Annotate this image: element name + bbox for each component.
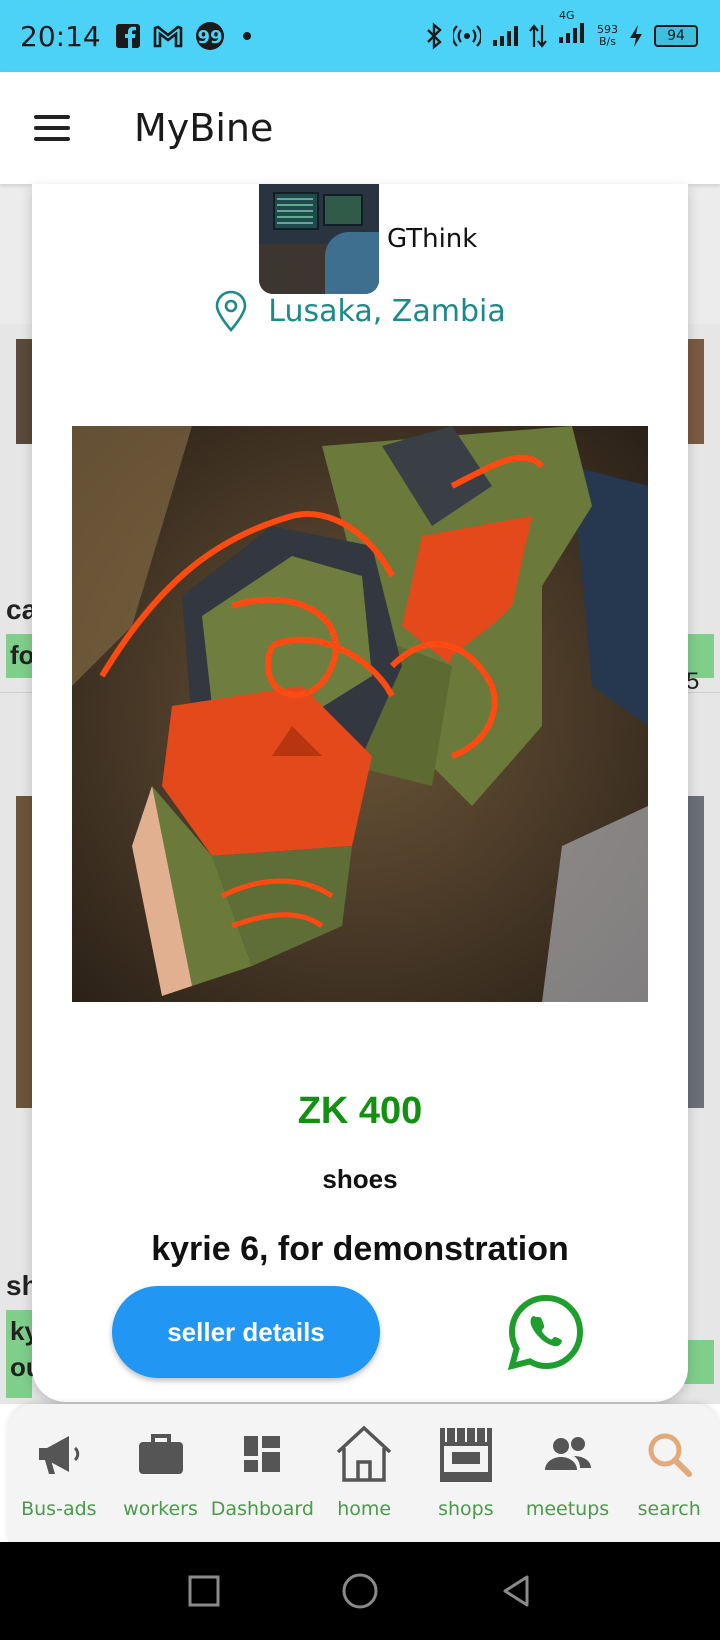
people-icon [536, 1422, 600, 1486]
nav-item-shops[interactable]: shops [415, 1404, 517, 1542]
signal-icon [493, 26, 518, 46]
nav-item-bus-ads[interactable]: Bus-ads [8, 1404, 110, 1542]
seller-avatar[interactable] [259, 184, 379, 294]
system-nav-bar [0, 1542, 720, 1640]
charging-icon [630, 25, 642, 47]
quote-chat-icon: 99 [195, 22, 224, 50]
product-category: shoes [322, 1164, 398, 1194]
battery-indicator: 94 [654, 25, 698, 47]
recents-icon[interactable] [187, 1574, 221, 1608]
net-speed-unit: B/s [599, 35, 616, 48]
svg-text:99: 99 [197, 27, 222, 48]
notification-icons: 99 [115, 21, 257, 51]
briefcase-icon [129, 1422, 193, 1486]
location-text: Lusaka, Zambia [268, 293, 506, 329]
search-icon [637, 1422, 701, 1486]
system-icons: 4G 593 B/s 94 [425, 0, 698, 72]
battery-level: 94 [667, 28, 685, 44]
bottom-nav: Bus-ads workers Dashboard home shops mee… [8, 1404, 720, 1542]
whatsapp-icon [507, 1294, 584, 1371]
feed-text: fo [10, 640, 35, 670]
dashboard-icon [230, 1422, 294, 1486]
nav-label: Dashboard [210, 1498, 314, 1520]
product-image[interactable] [72, 426, 648, 1002]
nav-item-search[interactable]: search [618, 1404, 720, 1542]
signal-4g: 4G [557, 9, 587, 51]
status-time: 20:14 [20, 19, 101, 53]
nav-label: shops [438, 1498, 494, 1520]
app-title: MyBine [134, 106, 274, 150]
product-price: ZK 400 [297, 1090, 423, 1132]
status-bar: 20:14 99 4G 593 B/s 94 [0, 0, 720, 72]
nav-label: workers [123, 1498, 198, 1520]
megaphone-icon [27, 1422, 91, 1486]
product-modal: GThink Lusaka, Zambia ZK 400 shoes kyrie… [32, 184, 688, 1402]
net-speed: 593 B/s [597, 24, 618, 48]
bluetooth-icon [427, 22, 442, 50]
data-arrows-icon [529, 24, 547, 48]
shoes-photo [72, 426, 648, 1002]
location-pin-icon [215, 290, 247, 332]
signal-icon-2 [559, 23, 584, 43]
gmail-icon [153, 25, 183, 48]
network-type: 4G [559, 9, 575, 22]
home-icon [332, 1422, 396, 1486]
hotspot-icon [453, 25, 481, 47]
nav-label: search [637, 1498, 701, 1520]
home-circle-icon[interactable] [341, 1572, 379, 1610]
location-row: Lusaka, Zambia [32, 290, 688, 332]
dot-icon [242, 32, 251, 40]
nav-item-home[interactable]: home [313, 1404, 415, 1542]
menu-icon[interactable] [34, 115, 70, 141]
facebook-icon [115, 24, 140, 48]
app-bar: MyBine [0, 72, 720, 184]
nav-item-meetups[interactable]: meetups [517, 1404, 619, 1542]
nav-label: meetups [525, 1498, 610, 1520]
seller-row[interactable]: GThink [259, 184, 477, 294]
seller-name[interactable]: GThink [387, 224, 477, 254]
feed-text: 5 [686, 668, 700, 695]
back-icon[interactable] [499, 1574, 533, 1608]
nav-label: home [337, 1498, 392, 1520]
seller-details-button[interactable]: seller details [112, 1286, 380, 1378]
nav-item-dashboard[interactable]: Dashboard [210, 1404, 314, 1542]
nav-item-workers[interactable]: workers [110, 1404, 212, 1542]
product-title: kyrie 6, for demonstration [151, 1230, 569, 1268]
nav-label: Bus-ads [21, 1498, 97, 1520]
store-icon [434, 1422, 498, 1486]
whatsapp-button[interactable] [506, 1292, 586, 1372]
